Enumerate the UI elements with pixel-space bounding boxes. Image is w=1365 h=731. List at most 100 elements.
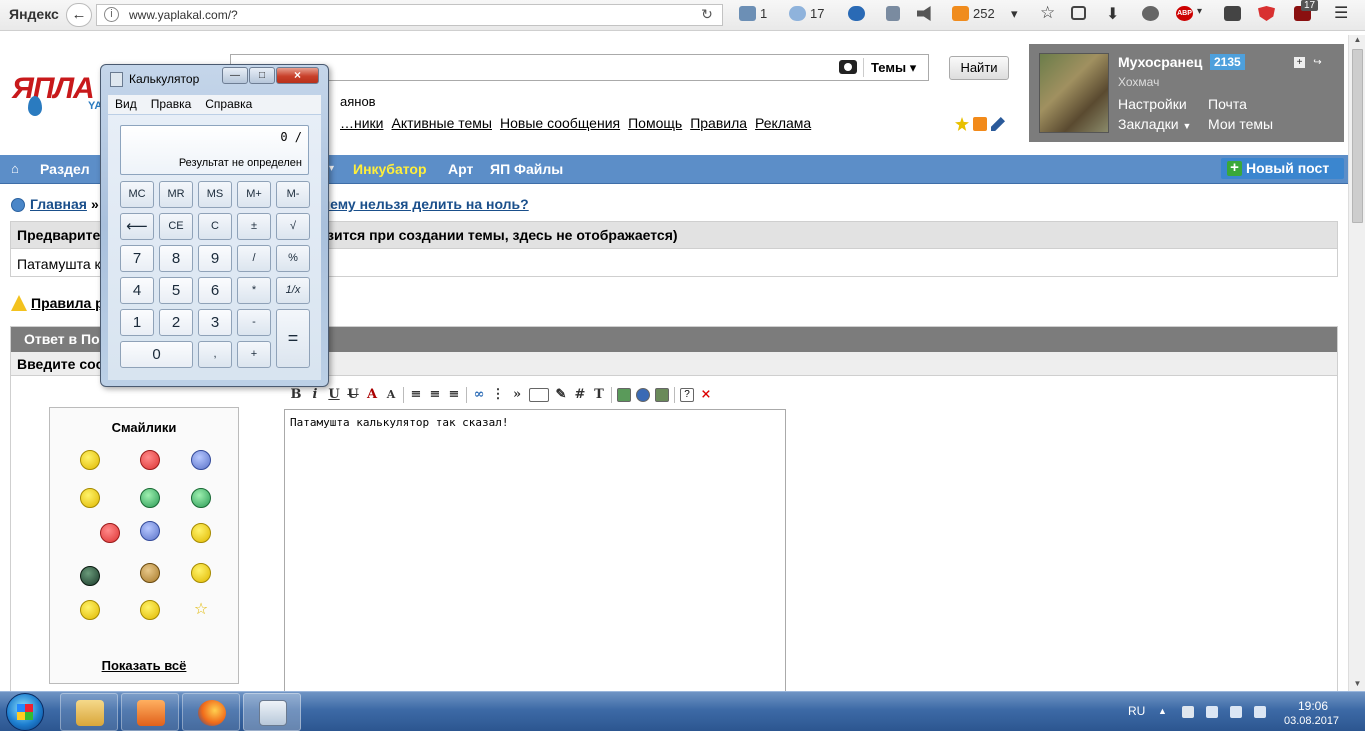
action-center-icon[interactable] bbox=[1182, 706, 1194, 718]
clock-date[interactable]: 03.08.2017 bbox=[1284, 715, 1339, 727]
menu-icon[interactable]: ☰ bbox=[1334, 3, 1348, 23]
help-icon[interactable]: ? bbox=[680, 387, 694, 402]
new-post-button[interactable]: + Новый пост bbox=[1221, 158, 1344, 179]
key-7[interactable]: 7 bbox=[120, 245, 154, 272]
flash-icon[interactable] bbox=[636, 387, 650, 402]
image-icon[interactable] bbox=[617, 387, 631, 402]
edit-icon[interactable]: ✎ bbox=[554, 387, 568, 402]
link-new-messages[interactable]: Новые сообщения bbox=[500, 115, 620, 131]
key-add[interactable]: + bbox=[237, 341, 271, 368]
plus-icon[interactable]: + bbox=[1294, 57, 1305, 68]
menu-edit[interactable]: Правка bbox=[151, 95, 192, 114]
nav-files[interactable]: ЯП Файлы bbox=[490, 161, 563, 177]
bookmarks-link[interactable]: Закладки ▼ bbox=[1118, 116, 1191, 132]
minimize-button[interactable]: — bbox=[222, 67, 248, 84]
key-6[interactable]: 6 bbox=[198, 277, 232, 304]
smiley-boxing-icon[interactable] bbox=[100, 523, 120, 543]
key-sqrt[interactable]: √ bbox=[276, 213, 310, 240]
show-all-smilies-link[interactable]: Показать всё bbox=[50, 658, 238, 673]
smiley-gun-icon[interactable] bbox=[140, 488, 160, 508]
settings-link[interactable]: Настройки bbox=[1118, 96, 1187, 112]
close-icon[interactable]: × bbox=[699, 387, 713, 402]
message-text[interactable]: Патамушта калькулятор так сказал! bbox=[290, 416, 509, 429]
taskbar-explorer[interactable] bbox=[60, 693, 118, 731]
align-left-icon[interactable]: ≡ bbox=[409, 387, 423, 402]
adblock-menu-icon[interactable]: ▾ bbox=[1197, 6, 1202, 17]
video-icon[interactable] bbox=[655, 387, 669, 402]
smiley-thumbs-icon[interactable] bbox=[80, 488, 100, 508]
font-color-icon[interactable]: A bbox=[365, 387, 379, 402]
text-icon[interactable]: T bbox=[592, 387, 606, 402]
counter-widget[interactable]: 252 bbox=[952, 6, 995, 21]
scroll-up-icon[interactable]: ▲ bbox=[1349, 35, 1365, 47]
scroll-down-icon[interactable]: ▼ bbox=[1349, 679, 1365, 691]
my-topics-link[interactable]: Мои темы bbox=[1208, 116, 1273, 132]
key-4[interactable]: 4 bbox=[120, 277, 154, 304]
key-mr[interactable]: MR bbox=[159, 181, 193, 208]
avatar[interactable] bbox=[1039, 53, 1109, 133]
menu-help[interactable]: Справка bbox=[205, 95, 252, 114]
quote-icon[interactable]: » bbox=[510, 387, 524, 402]
adblock-icon[interactable]: ABP bbox=[1176, 6, 1193, 21]
key-1[interactable]: 1 bbox=[120, 309, 154, 336]
chevron-down-icon[interactable]: ▾ bbox=[1011, 6, 1018, 22]
key-subtract[interactable]: - bbox=[237, 309, 271, 336]
link-icon[interactable]: ∞ bbox=[472, 387, 486, 402]
browser-brand[interactable]: Яндекс bbox=[9, 6, 59, 22]
start-button[interactable] bbox=[6, 693, 44, 731]
smiley-cheer-icon[interactable] bbox=[191, 563, 211, 583]
bold-icon[interactable]: B bbox=[289, 387, 303, 402]
strike-icon[interactable]: U bbox=[346, 387, 360, 402]
mail-widget[interactable]: 1 bbox=[739, 6, 767, 21]
network-icon[interactable] bbox=[1254, 706, 1266, 718]
back-button[interactable]: ← bbox=[66, 3, 92, 27]
smiley-clap-icon[interactable] bbox=[140, 563, 160, 583]
mail-link[interactable]: Почта bbox=[1208, 96, 1247, 112]
reload-icon[interactable]: ↻ bbox=[696, 6, 718, 23]
list-icon[interactable]: ⋮ bbox=[491, 387, 505, 402]
clock-time[interactable]: 19:06 bbox=[1298, 699, 1328, 713]
search-scope-select[interactable]: Темы ▾ bbox=[871, 60, 916, 76]
scroll-thumb[interactable] bbox=[1352, 49, 1363, 223]
smiley-yes-icon[interactable] bbox=[80, 600, 100, 620]
url-text[interactable]: www.yaplakal.com/? bbox=[129, 8, 238, 22]
search-button[interactable]: Найти bbox=[949, 56, 1009, 80]
nav-incubator[interactable]: Инкубатор bbox=[353, 161, 427, 177]
smiley-love-icon[interactable] bbox=[140, 450, 160, 470]
favorite-star-icon[interactable] bbox=[955, 117, 969, 131]
key-decimal[interactable]: , bbox=[198, 341, 232, 368]
link-ads[interactable]: Реклама bbox=[755, 115, 811, 131]
volume-icon[interactable] bbox=[1230, 706, 1242, 718]
calculator-window[interactable]: Калькулятор — □ × Вид Правка Справка 0 /… bbox=[100, 64, 329, 387]
site-info-icon[interactable]: i bbox=[104, 7, 119, 22]
camera-icon[interactable] bbox=[839, 60, 857, 74]
key-equals[interactable]: = bbox=[276, 309, 310, 368]
home-icon[interactable]: ⌂ bbox=[11, 161, 19, 176]
align-right-icon[interactable]: ≡ bbox=[447, 387, 461, 402]
key-5[interactable]: 5 bbox=[159, 277, 193, 304]
taskbar-firefox[interactable] bbox=[182, 693, 240, 731]
key-8[interactable]: 8 bbox=[159, 245, 193, 272]
key-ce[interactable]: CE bbox=[159, 213, 193, 240]
key-divide[interactable]: / bbox=[237, 245, 271, 272]
link-rules[interactable]: Правила bbox=[690, 115, 747, 131]
key-0[interactable]: 0 bbox=[120, 341, 193, 368]
rss-icon[interactable] bbox=[973, 117, 987, 131]
smiley-dance-icon[interactable] bbox=[191, 523, 211, 543]
maximize-button[interactable]: □ bbox=[249, 67, 275, 84]
site-logo[interactable]: ЯПЛА bbox=[12, 72, 95, 106]
weather-widget[interactable]: 17 bbox=[789, 6, 824, 21]
smiley-cool-icon[interactable] bbox=[80, 450, 100, 470]
link-help[interactable]: Помощь bbox=[628, 115, 682, 131]
nav-sections[interactable]: Раздел bbox=[40, 161, 90, 177]
address-bar[interactable]: i www.yaplakal.com/? ↻ bbox=[96, 4, 723, 26]
shield-icon[interactable] bbox=[1258, 6, 1275, 21]
pocket-icon[interactable] bbox=[1224, 6, 1241, 21]
reading-list-icon[interactable] bbox=[1071, 6, 1086, 20]
smiley-wave-icon[interactable] bbox=[140, 521, 160, 541]
menu-view[interactable]: Вид bbox=[115, 95, 137, 114]
key-mminus[interactable]: M- bbox=[276, 181, 310, 208]
nav-art[interactable]: Арт bbox=[448, 161, 473, 177]
download-icon[interactable]: ⬇ bbox=[1106, 4, 1119, 24]
document-icon[interactable] bbox=[886, 6, 900, 21]
